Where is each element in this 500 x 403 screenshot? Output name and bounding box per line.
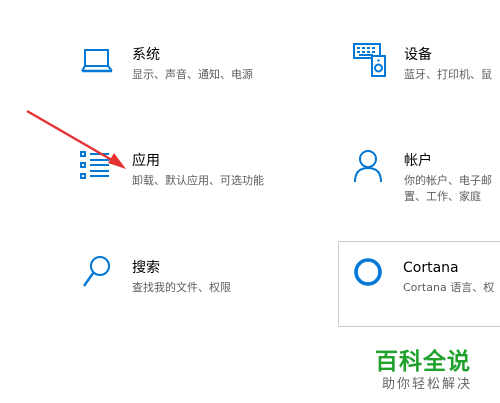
watermark-slogan: 助你轻松解决 — [382, 377, 473, 392]
watermark-brand: 百科全说 — [375, 349, 471, 375]
